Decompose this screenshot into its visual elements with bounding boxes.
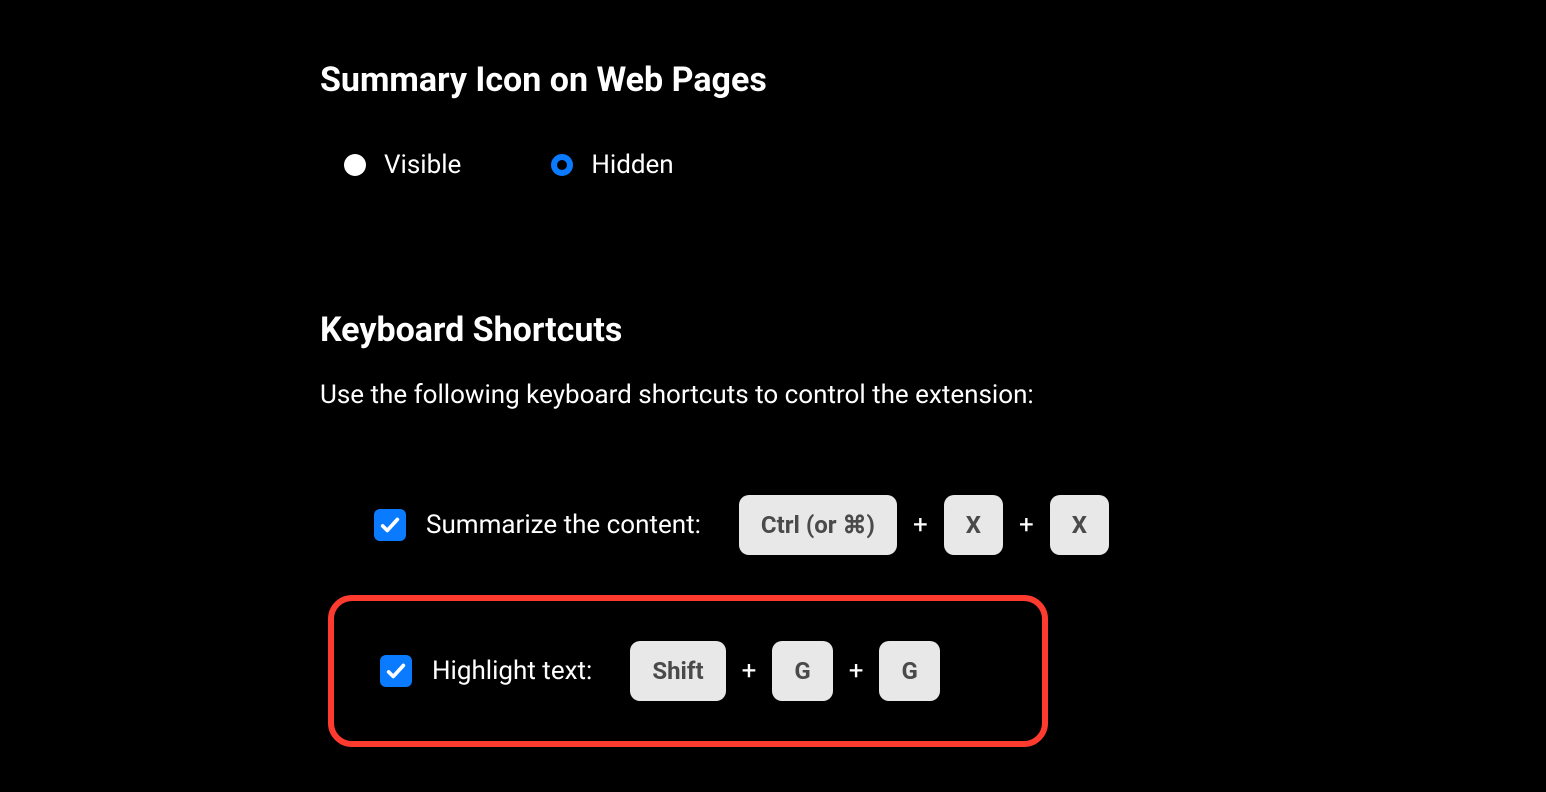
plus-icon: + — [849, 656, 864, 686]
highlight-key-combo: Shift + G + G — [630, 641, 940, 701]
radio-hidden[interactable]: Hidden — [551, 150, 673, 180]
summarize-label: Summarize the content: — [426, 510, 701, 540]
highlight-label: Highlight text: — [432, 656, 592, 686]
shortcut-highlight-row: Highlight text: Shift + G + G — [334, 631, 1042, 711]
checkmark-icon — [385, 660, 407, 682]
key-badge: Ctrl (or ⌘) — [739, 495, 897, 555]
plus-icon: + — [742, 656, 757, 686]
summarize-key-combo: Ctrl (or ⌘) + X + X — [739, 495, 1109, 555]
key-badge: Shift — [630, 641, 725, 701]
radio-circle-icon — [344, 154, 366, 176]
summary-icon-radio-group: Visible Hidden — [320, 150, 1546, 180]
plus-icon: + — [1019, 510, 1034, 540]
checkmark-icon — [379, 514, 401, 536]
highlight-annotation-box: Highlight text: Shift + G + G — [328, 595, 1048, 747]
radio-hidden-label: Hidden — [591, 150, 673, 180]
radio-visible[interactable]: Visible — [344, 150, 461, 180]
keyboard-shortcuts-description: Use the following keyboard shortcuts to … — [320, 380, 1546, 410]
key-badge: G — [772, 641, 832, 701]
plus-icon: + — [913, 510, 928, 540]
key-badge: X — [1050, 495, 1109, 555]
summary-icon-heading: Summary Icon on Web Pages — [320, 60, 1546, 100]
highlight-checkbox[interactable] — [380, 655, 412, 687]
keyboard-shortcuts-heading: Keyboard Shortcuts — [320, 310, 1546, 350]
radio-circle-icon — [551, 154, 573, 176]
radio-visible-label: Visible — [384, 150, 461, 180]
shortcut-summarize-row: Summarize the content: Ctrl (or ⌘) + X +… — [320, 475, 1546, 575]
key-badge: X — [944, 495, 1003, 555]
summarize-checkbox[interactable] — [374, 509, 406, 541]
key-badge: G — [879, 641, 939, 701]
